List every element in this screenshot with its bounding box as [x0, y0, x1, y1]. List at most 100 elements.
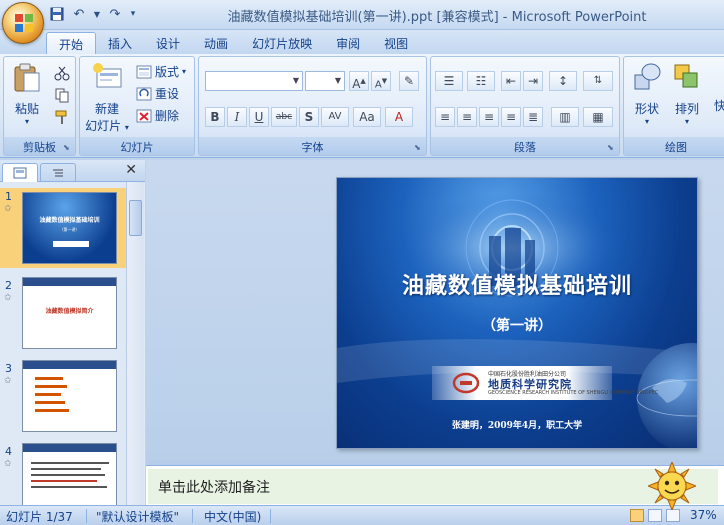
grow-font-button[interactable]: A▲: [349, 71, 369, 91]
thumb-line: [31, 480, 97, 482]
new-slide-button[interactable]: 新建 幻灯片 ▾: [82, 61, 132, 134]
slide-thumbnail[interactable]: 3 ✩: [0, 360, 128, 436]
dialog-launcher-icon[interactable]: ⬊: [414, 143, 423, 152]
zoom-level[interactable]: 37%: [690, 508, 717, 522]
slide-sorter-view-icon[interactable]: [648, 509, 662, 522]
slide-subtitle[interactable]: （第一讲）: [337, 315, 697, 335]
chevron-down-icon: ▾: [24, 117, 29, 126]
thumb-title: 油藏数值模拟基础培训: [39, 217, 100, 224]
window-title: 油藏数值模拟基础培训(第一讲).ppt [兼容模式] - Microsoft P…: [227, 10, 647, 25]
quick-styles-button[interactable]: 快: [710, 61, 724, 114]
outline-tab[interactable]: [40, 163, 76, 182]
cut-icon[interactable]: [54, 65, 70, 81]
thumb-sub: （第一讲）: [59, 227, 80, 232]
shrink-font-button[interactable]: A▼: [371, 71, 391, 91]
logo-line-3: GEOSCIENCE RESEARCH INSTITUTE OF SHENGLI…: [488, 390, 659, 396]
bullets-icon[interactable]: ☰: [435, 71, 463, 91]
dialog-launcher-icon[interactable]: ⬊: [63, 143, 72, 152]
thumb-image: 油藏数值模拟基础培训 （第一讲）: [22, 192, 117, 264]
paragraph-group-label: 段落: [431, 137, 619, 155]
notes-pane[interactable]: 单击此处添加备注: [146, 465, 724, 505]
decrease-indent-icon[interactable]: ⇤: [501, 71, 521, 91]
arrange-label: 排列: [674, 102, 699, 116]
slide-author[interactable]: 张建明，2009年4月，职工大学: [337, 418, 697, 431]
slides-group: 新建 幻灯片 ▾ 版式 ▾ 重设 删除 幻灯片: [79, 56, 195, 156]
strikethrough-button[interactable]: abc: [271, 107, 297, 127]
language-indicator[interactable]: 中文(中国): [204, 508, 261, 525]
scrollbar-thumb[interactable]: [129, 200, 142, 236]
slide-thumbnail[interactable]: 2 ✩ 油藏数值模拟简介: [0, 277, 128, 353]
text-shadow-button[interactable]: S: [299, 107, 319, 127]
theme-name[interactable]: "默认设计模板": [96, 508, 179, 525]
columns-icon[interactable]: ▥: [551, 107, 579, 127]
slides-pane: ✕ 1 ✩ 油藏数值模拟基础培训 （第一讲） 2 ✩ 油藏数值模拟简介 3 ✩: [0, 160, 145, 505]
status-bar: 幻灯片 1/37 "默认设计模板" 中文(中国) 37%: [0, 505, 724, 525]
align-right-icon[interactable]: ≡: [479, 107, 499, 127]
numbering-icon[interactable]: ☷: [467, 71, 495, 91]
tab-home[interactable]: 开始: [46, 32, 97, 54]
change-case-button[interactable]: Aa: [353, 107, 381, 127]
font-group-label: 字体: [199, 137, 426, 155]
new-slide-label-1: 新建: [94, 102, 119, 116]
normal-view-icon[interactable]: [630, 509, 644, 522]
current-slide[interactable]: 油藏数值模拟基础培训 （第一讲） 中国石化股份胜利油田分公司 地质科学研究院 G…: [336, 177, 698, 449]
status-separator: [270, 509, 271, 523]
shapes-button[interactable]: 形状 ▾: [630, 61, 664, 126]
align-left-icon[interactable]: ≡: [435, 107, 455, 127]
increase-indent-icon[interactable]: ⇥: [523, 71, 543, 91]
tab-animations[interactable]: 动画: [192, 32, 240, 54]
delete-slide-button[interactable]: 删除: [136, 107, 179, 124]
office-button[interactable]: [2, 2, 44, 44]
delete-icon: [136, 108, 152, 124]
align-center-icon[interactable]: ≡: [457, 107, 477, 127]
pane-tabs: ✕: [0, 160, 145, 182]
format-painter-icon[interactable]: [54, 109, 70, 125]
font-name-select[interactable]: ▼: [205, 71, 303, 91]
thumb-line: [35, 377, 63, 380]
tab-review[interactable]: 审阅: [324, 32, 372, 54]
institute-logo: 中国石化股份胜利油田分公司 地质科学研究院 GEOSCIENCE RESEARC…: [432, 366, 658, 400]
arrange-icon: [674, 64, 698, 88]
paragraph-group: ☰ ☷ ⇤ ⇥ ↕ ⇅ ≡ ≡ ≡ ≡ ≣ ▥ ▦ 段落 ⬊: [430, 56, 620, 156]
thumb-line: [31, 462, 109, 464]
reset-button[interactable]: 重设: [136, 85, 179, 102]
tab-view[interactable]: 视图: [372, 32, 420, 54]
line-spacing-icon[interactable]: ↕: [549, 71, 577, 91]
font-color-button[interactable]: A: [385, 107, 413, 127]
thumb-line: [35, 393, 61, 396]
italic-button[interactable]: I: [227, 107, 247, 127]
thumb-header-bar: [23, 278, 116, 286]
slide-thumbnail[interactable]: 1 ✩ 油藏数值模拟基础培训 （第一讲）: [0, 188, 128, 268]
drawing-group: 形状 ▾ 排列 ▾ 快 绘图: [623, 56, 724, 156]
paste-icon: [14, 63, 40, 92]
close-icon[interactable]: ✕: [125, 162, 137, 178]
bold-button[interactable]: B: [205, 107, 225, 127]
animation-star-icon: ✩: [4, 459, 12, 469]
layout-button[interactable]: 版式 ▾: [136, 63, 186, 80]
thumbnails-scrollbar[interactable]: [126, 182, 144, 505]
slide-title[interactable]: 油藏数值模拟基础培训: [337, 268, 697, 300]
dialog-launcher-icon[interactable]: ⬊: [607, 143, 616, 152]
thumb-image: 油藏数值模拟简介: [22, 277, 117, 349]
status-separator: [192, 509, 193, 523]
tab-design[interactable]: 设计: [144, 32, 192, 54]
copy-icon[interactable]: [54, 87, 70, 103]
smartart-icon[interactable]: ▦: [583, 107, 613, 127]
justify-icon[interactable]: ≡: [501, 107, 521, 127]
distributed-icon[interactable]: ≣: [523, 107, 543, 127]
notes-placeholder[interactable]: 单击此处添加备注: [148, 469, 718, 504]
slideshow-view-icon[interactable]: [666, 509, 680, 522]
arrange-button[interactable]: 排列 ▾: [670, 61, 704, 126]
underline-button[interactable]: U: [249, 107, 269, 127]
character-spacing-button[interactable]: AV: [321, 107, 349, 127]
font-size-select[interactable]: ▼: [305, 71, 345, 91]
slide-thumbnail[interactable]: 4 ✩: [0, 443, 128, 505]
text-direction-icon[interactable]: ⇅: [583, 71, 613, 91]
tab-slideshow[interactable]: 幻灯片放映: [240, 32, 324, 54]
thumb-line: [35, 385, 67, 388]
tab-insert[interactable]: 插入: [96, 32, 144, 54]
slides-tab[interactable]: [2, 163, 38, 182]
thumb-number: 2: [5, 279, 12, 292]
clear-format-icon[interactable]: ✎: [399, 71, 419, 91]
paste-button[interactable]: 粘贴 ▾: [10, 61, 44, 126]
